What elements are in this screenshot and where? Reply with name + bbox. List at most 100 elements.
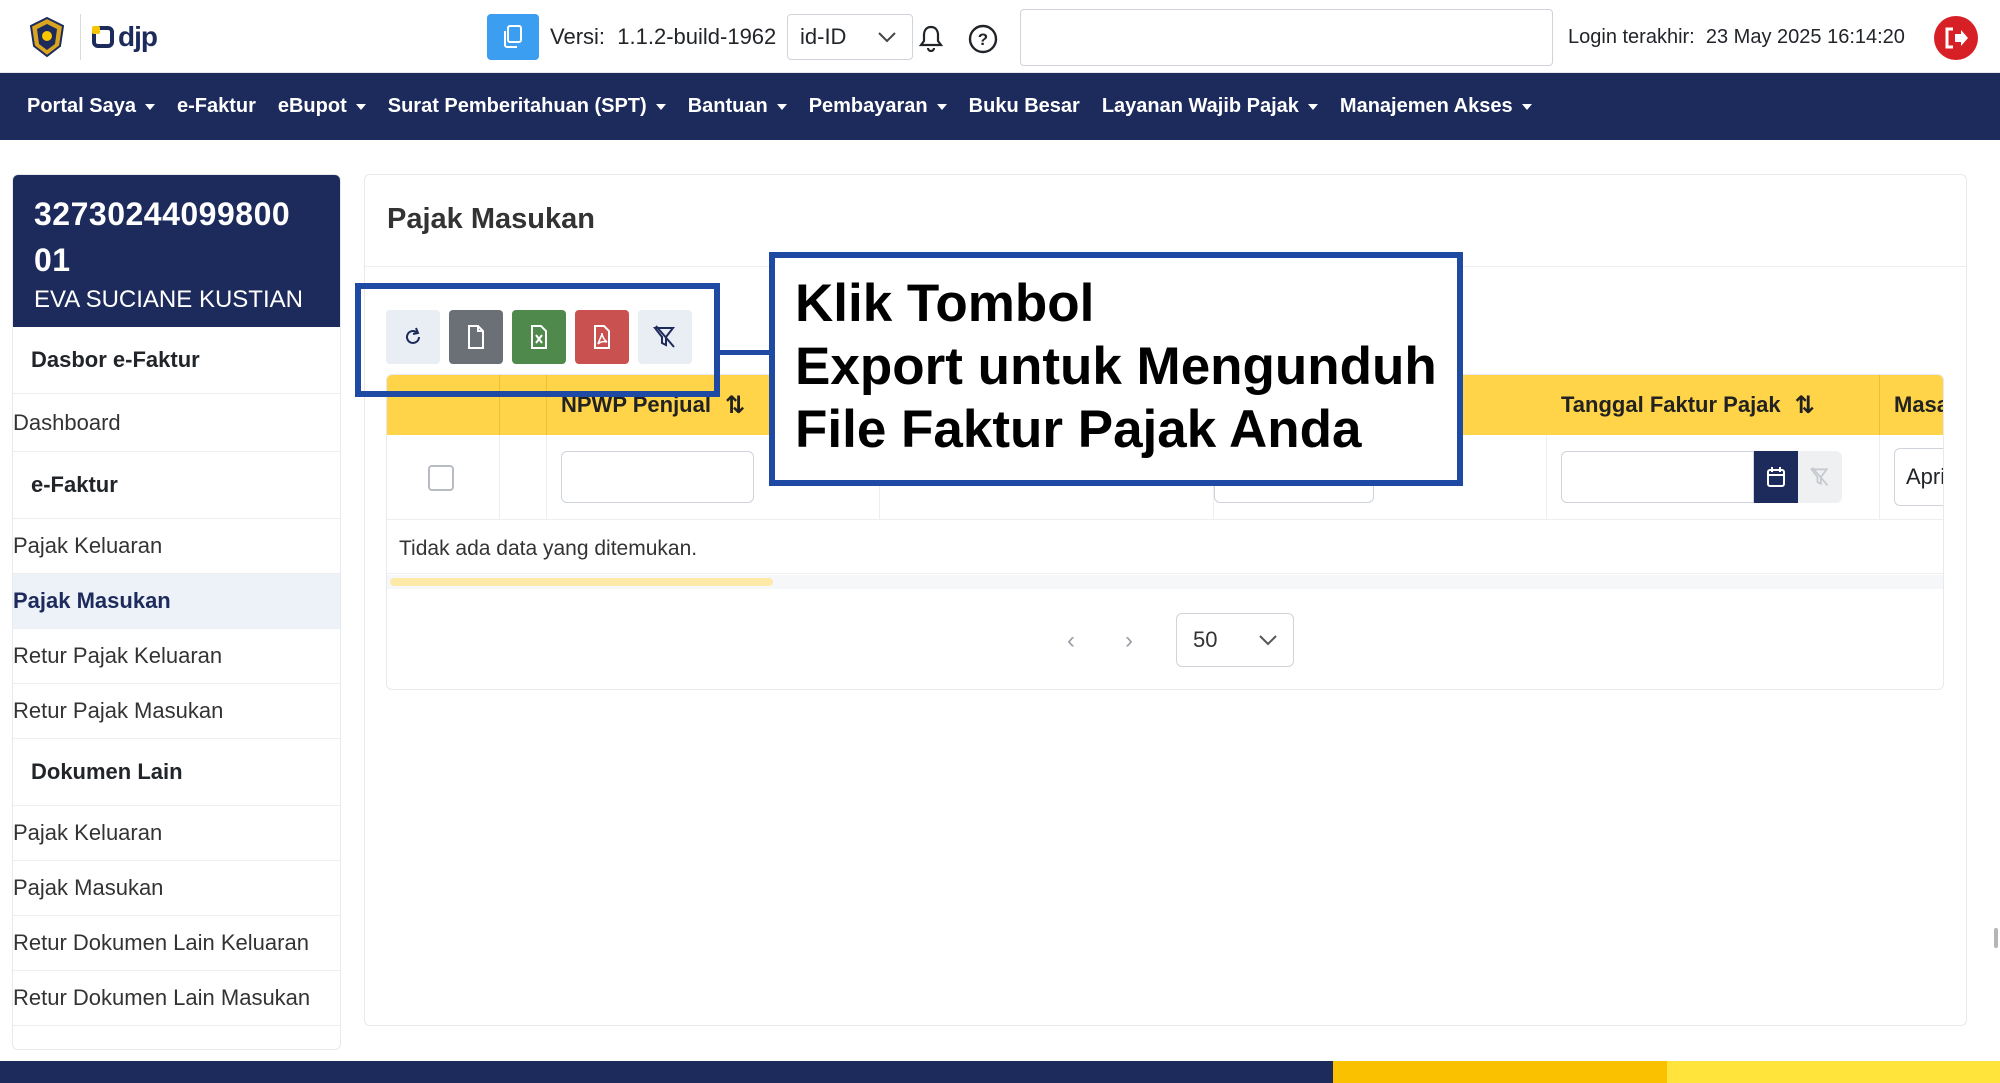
version-label: Versi: [550, 24, 606, 49]
top-search-input[interactable] [1020, 9, 1553, 66]
tanggal-filter-cell [1547, 435, 1880, 520]
previous-page-button[interactable]: ‹ [1067, 627, 1075, 655]
version-value: 1.1.2-build-1962 [617, 24, 777, 49]
callout-line-2: Export untuk Mengunduh [795, 337, 1437, 396]
callout-line-3: File Faktur Pajak Anda [795, 400, 1362, 459]
nav-item-label: Portal Saya [27, 95, 136, 117]
nav-item-layanan-wajib-pajak[interactable]: Layanan Wajib Pajak [1102, 95, 1318, 118]
sort-icon[interactable]: ⇅ [1795, 391, 1815, 420]
sidebar: 32730244099800 01 EVA SUCIANE KUSTIAN Da… [12, 174, 341, 1050]
page-title: Pajak Masukan [387, 203, 595, 235]
last-login-label: Login terakhir: [1568, 26, 1695, 48]
profile-card: 32730244099800 01 EVA SUCIANE KUSTIAN [13, 175, 340, 327]
tanggal-faktur-header-label: Tanggal Faktur Pajak [1561, 392, 1781, 417]
callout-connector [718, 350, 770, 355]
date-picker-button[interactable] [1754, 451, 1798, 503]
rows-per-page-value: 50 [1193, 627, 1218, 652]
filter-clear-icon [1809, 467, 1829, 487]
callout-line-1: Klik Tombol [795, 274, 1095, 333]
instruction-callout: Klik Tombol Export untuk Mengunduh File … [769, 252, 1463, 486]
sidebar-item-retur-dokumen-lain-masukan[interactable]: Retur Dokumen Lain Masukan [13, 971, 340, 1026]
next-page-button[interactable]: › [1125, 627, 1133, 655]
footer-stripe-gold [1333, 1061, 1667, 1083]
masa-header-label: Masa [1894, 392, 1944, 417]
npwp-line-2: 01 [34, 242, 71, 278]
sidebar-item-dashboard[interactable]: Dashboard [13, 394, 340, 452]
sidebar-item-retur-pajak-masukan[interactable]: Retur Pajak Masukan [13, 684, 340, 739]
sidebar-heading-dokumen-lain: Dokumen Lain [13, 739, 340, 806]
nav-item-pembayaran[interactable]: Pembayaran [809, 95, 947, 118]
scrollbar-thumb[interactable] [390, 578, 773, 586]
sidebar-menu: Dasbor e-Faktur Dashboard e-Faktur Pajak Ke… [13, 327, 340, 1026]
nav-item-label: Layanan Wajib Pajak [1101, 95, 1299, 117]
nav-item-e-faktur[interactable]: e-Faktur [177, 95, 256, 118]
caret-down-icon [1521, 103, 1532, 110]
row-divider [387, 573, 1943, 574]
nav-item-manajemen-akses[interactable]: Manajemen Akses [1340, 95, 1532, 118]
logout-icon [1945, 27, 1968, 49]
copy-icon [504, 25, 522, 48]
npwp-penjual-filter-input[interactable] [561, 451, 754, 503]
nav-item-label: Pembayaran [808, 95, 928, 117]
footer-stripe [0, 1061, 2000, 1083]
rows-per-page-select[interactable]: 50 [1176, 613, 1294, 667]
select-cell [387, 435, 500, 520]
nav-item-label: Buku Besar [968, 95, 1080, 117]
resize-handle[interactable] [1994, 928, 1998, 948]
sidebar-heading-dasbor-e-faktur: Dasbor e-Faktur [13, 327, 340, 394]
caret-down-icon [355, 103, 366, 110]
tanggal-faktur-filter-input[interactable] [1561, 451, 1754, 503]
sidebar-item-retur-pajak-keluaran[interactable]: Retur Pajak Keluaran [13, 629, 340, 684]
npwp-number: 32730244099800 01 [34, 191, 320, 283]
footer-stripe-yellow [1667, 1061, 2000, 1083]
clear-date-button[interactable] [1798, 451, 1842, 503]
nav-item-portal-saya[interactable]: Portal Saya [27, 95, 155, 118]
masa-column-header: Masa [1880, 375, 1944, 435]
masa-filter-value: Apri [1906, 464, 1944, 489]
notification-bell-icon[interactable] [918, 24, 944, 57]
language-value: id-ID [800, 24, 847, 49]
nav-item-buku-besar[interactable]: Buku Besar [969, 95, 1080, 118]
nav-item-surat-pemberitahuan-spt[interactable]: Surat Pemberitahuan (SPT) [388, 95, 666, 118]
npwp-line-1: 32730244099800 [34, 196, 291, 232]
sidebar-heading-e-faktur: e-Faktur [13, 452, 340, 519]
help-icon[interactable]: ? [968, 24, 998, 59]
svg-text:?: ? [978, 30, 988, 49]
sidebar-item-retur-dokumen-lain-keluaran[interactable]: Retur Dokumen Lain Keluaran [13, 916, 340, 971]
copy-button[interactable] [487, 14, 539, 60]
nav-item-ebupot[interactable]: eBupot [278, 95, 366, 118]
djp-logo-text: djp [118, 21, 158, 52]
caret-down-icon [144, 103, 155, 110]
calendar-icon [1767, 467, 1785, 487]
sort-icon[interactable]: ⇅ [725, 391, 745, 420]
nav-item-label: Bantuan [687, 95, 768, 117]
nav-item-label: Manajemen Akses [1339, 95, 1513, 117]
nav-item-label: Surat Pemberitahuan (SPT) [387, 95, 647, 117]
top-bar: djp Versi: 1.1.2-build-1962 id-ID ? Logi… [0, 0, 2000, 73]
sidebar-item-pajak-keluaran[interactable]: Pajak Keluaran [13, 806, 340, 861]
last-login-value: 23 May 2025 16:14:20 [1705, 26, 1905, 48]
caret-down-icon [776, 103, 787, 110]
empty-message: Tidak ada data yang ditemukan. [399, 537, 698, 560]
language-select[interactable]: id-ID [787, 14, 913, 60]
footer-stripe-navy [0, 1061, 1333, 1083]
nav-item-bantuan[interactable]: Bantuan [688, 95, 787, 118]
logo-divider [80, 14, 81, 60]
sidebar-item-pajak-keluaran[interactable]: Pajak Keluaran [13, 519, 340, 574]
version-info: Versi: 1.1.2-build-1962 [550, 24, 776, 50]
sidebar-item-pajak-masukan[interactable]: Pajak Masukan [13, 861, 340, 916]
masa-filter-select[interactable]: Apri [1894, 448, 1944, 506]
taxpayer-name: EVA SUCIANE KUSTIAN [34, 286, 303, 313]
last-login: Login terakhir: 23 May 2025 16:14:20 [1568, 26, 1905, 49]
nav-item-label: e-Faktur [176, 95, 256, 117]
toolbar-highlight-box [355, 283, 720, 397]
logout-button[interactable] [1934, 16, 1978, 60]
tanggal-faktur-column-header[interactable]: Tanggal Faktur Pajak ⇅ [1547, 375, 1880, 435]
nav-item-label: eBupot [277, 95, 347, 117]
main-nav: Portal Saya e-Faktur eBupot Surat Pemberita… [0, 73, 2000, 140]
caret-down-icon [936, 103, 947, 110]
sidebar-item-pajak-masukan[interactable]: Pajak Masukan [13, 574, 340, 629]
select-all-checkbox[interactable] [428, 465, 454, 491]
djp-logo-icon [92, 26, 114, 48]
action-filter-cell [500, 435, 547, 520]
